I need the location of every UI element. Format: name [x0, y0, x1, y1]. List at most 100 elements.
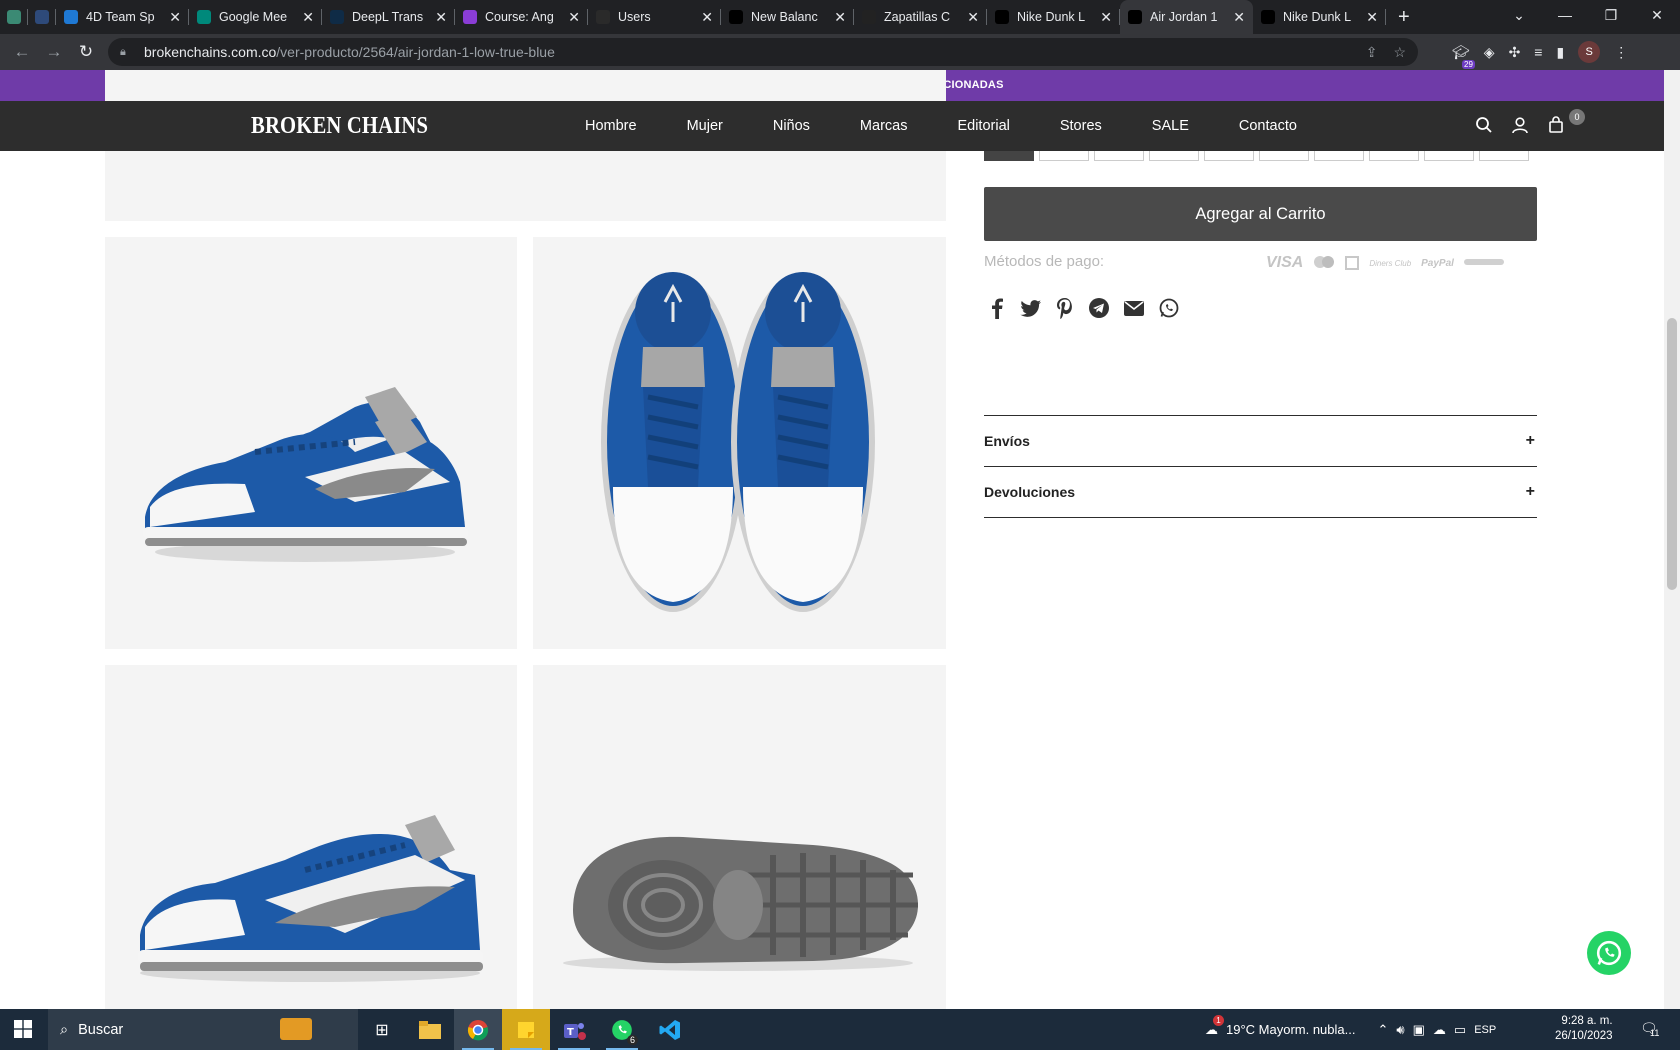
- volume-icon[interactable]: 🔊︎: [1396, 1022, 1404, 1038]
- size-option[interactable]: [1204, 151, 1254, 161]
- cart-icon[interactable]: [1547, 116, 1565, 134]
- product-image-pair-side[interactable]: [105, 237, 517, 649]
- nav-item-marcas[interactable]: Marcas: [860, 118, 908, 134]
- svg-text:T: T: [567, 1027, 574, 1038]
- browser-tab[interactable]: [28, 0, 56, 34]
- close-tab-icon[interactable]: ✕: [1366, 9, 1378, 26]
- restore-button[interactable]: ❐: [1588, 0, 1634, 34]
- close-tab-icon[interactable]: ✕: [568, 9, 580, 26]
- close-tab-icon[interactable]: ✕: [967, 9, 979, 26]
- search-icon[interactable]: [1475, 116, 1493, 134]
- vscode-icon[interactable]: [646, 1009, 694, 1050]
- tab-search-icon[interactable]: ⌄: [1496, 0, 1542, 34]
- url-bar[interactable]: 🔒︎ brokenchains.com.co/ver-producto/2564…: [108, 38, 1418, 66]
- telegram-icon[interactable]: [1088, 297, 1110, 319]
- browser-tab[interactable]: [0, 0, 28, 34]
- minimize-button[interactable]: —: [1542, 0, 1588, 34]
- browser-tab[interactable]: New Balanc ✕: [721, 0, 854, 34]
- close-tab-icon[interactable]: ✕: [1233, 9, 1245, 26]
- onedrive-icon[interactable]: ☁︎: [1433, 1022, 1446, 1038]
- weather-icon[interactable]: ☁︎ 1: [1205, 1014, 1224, 1038]
- pinterest-icon[interactable]: [1055, 297, 1075, 319]
- taskbar-search[interactable]: ⌕ Buscar: [48, 1009, 358, 1050]
- new-tab-button[interactable]: +: [1386, 6, 1422, 29]
- close-tab-icon[interactable]: ✕: [435, 9, 447, 26]
- close-window-button[interactable]: ✕: [1634, 0, 1680, 34]
- bookmark-star-icon[interactable]: ☆: [1393, 44, 1406, 61]
- extension-2-icon[interactable]: ◈: [1484, 44, 1495, 61]
- nav-item-niños[interactable]: Niños: [773, 118, 810, 134]
- browser-tab[interactable]: DeepL Trans ✕: [322, 0, 455, 34]
- size-option[interactable]: [1094, 151, 1144, 161]
- notification-center-icon[interactable]: 🗨︎ 11: [1640, 1020, 1659, 1038]
- close-tab-icon[interactable]: ✕: [169, 9, 181, 26]
- add-to-cart-button[interactable]: Agregar al Carrito: [984, 187, 1537, 241]
- browser-tab[interactable]: Google Mee ✕: [189, 0, 322, 34]
- close-tab-icon[interactable]: ✕: [834, 9, 846, 26]
- taskbar-clock[interactable]: 9:28 a. m. 26/10/2023: [1555, 1014, 1613, 1044]
- whatsapp-float-button[interactable]: [1587, 931, 1631, 975]
- side-panel-icon[interactable]: ▮: [1556, 44, 1564, 61]
- reload-button[interactable]: ↻: [70, 42, 102, 62]
- size-option[interactable]: [1149, 151, 1199, 161]
- teams-icon[interactable]: T: [550, 1009, 598, 1050]
- browser-tab[interactable]: Users ✕: [588, 0, 721, 34]
- product-image-side[interactable]: [105, 665, 517, 1009]
- weather-text[interactable]: 19°C Mayorm. nubla...: [1226, 1022, 1355, 1037]
- windows-start-icon[interactable]: [14, 1020, 32, 1043]
- browser-tab[interactable]: Zapatillas C ✕: [854, 0, 987, 34]
- email-icon[interactable]: [1123, 297, 1145, 319]
- close-tab-icon[interactable]: ✕: [1100, 9, 1112, 26]
- network-icon[interactable]: ▭: [1454, 1022, 1466, 1038]
- forward-button[interactable]: →: [38, 42, 70, 62]
- sticky-notes-icon[interactable]: [502, 1009, 550, 1050]
- back-button[interactable]: ←: [6, 42, 38, 62]
- product-image-top-view[interactable]: [533, 237, 946, 649]
- file-explorer-icon[interactable]: [406, 1009, 454, 1050]
- size-option[interactable]: [1039, 151, 1089, 161]
- puzzle-extensions-icon[interactable]: ✣: [1509, 44, 1521, 61]
- size-option[interactable]: [1314, 151, 1364, 161]
- nav-item-contacto[interactable]: Contacto: [1239, 118, 1297, 134]
- browser-tab[interactable]: Nike Dunk L ✕: [987, 0, 1120, 34]
- language-indicator[interactable]: ESP: [1474, 1024, 1496, 1036]
- scrollbar-thumb[interactable]: [1667, 318, 1677, 590]
- close-tab-icon[interactable]: ✕: [302, 9, 314, 26]
- chrome-icon[interactable]: [454, 1009, 502, 1050]
- address-bar-row: ← → ↻ 🔒︎ brokenchains.com.co/ver-product…: [0, 34, 1680, 70]
- nav-item-mujer[interactable]: Mujer: [687, 118, 723, 134]
- size-option[interactable]: [1369, 151, 1419, 161]
- page-scrollbar[interactable]: [1664, 70, 1680, 1009]
- accordion-devoluciones[interactable]: Devoluciones +: [984, 466, 1537, 516]
- browser-tab[interactable]: 4D Team Sp ✕: [56, 0, 189, 34]
- whatsapp-taskbar-icon[interactable]: 6: [598, 1009, 646, 1050]
- size-option[interactable]: [1479, 151, 1529, 161]
- meet-now-icon[interactable]: ▣: [1413, 1022, 1425, 1038]
- tray-chevron-icon[interactable]: ⌃: [1377, 1022, 1388, 1038]
- close-tab-icon[interactable]: ✕: [701, 9, 713, 26]
- size-option[interactable]: [1259, 151, 1309, 161]
- browser-tab[interactable]: Air Jordan 1 ✕: [1120, 0, 1253, 34]
- user-icon[interactable]: [1511, 116, 1529, 134]
- extension-badge: 29: [1462, 59, 1475, 69]
- nav-item-sale[interactable]: SALE: [1152, 118, 1189, 134]
- accordion-envios[interactable]: Envíos +: [984, 415, 1537, 465]
- nav-item-editorial[interactable]: Editorial: [957, 118, 1009, 134]
- site-logo[interactable]: BROKEN CHAINS: [251, 113, 428, 140]
- whatsapp-share-icon[interactable]: [1158, 297, 1180, 319]
- profile-avatar[interactable]: S: [1578, 41, 1601, 63]
- nav-item-stores[interactable]: Stores: [1060, 118, 1102, 134]
- nav-item-hombre[interactable]: Hombre: [585, 118, 637, 134]
- product-image-sole[interactable]: [533, 665, 946, 1009]
- twitter-icon[interactable]: [1020, 297, 1042, 319]
- extension-icon[interactable]: 🎓︎ 29: [1452, 44, 1475, 69]
- browser-tab[interactable]: Nike Dunk L ✕: [1253, 0, 1386, 34]
- facebook-icon[interactable]: [987, 297, 1007, 319]
- share-page-icon[interactable]: ⇪: [1366, 44, 1378, 61]
- browser-tab[interactable]: Course: Ang ✕: [455, 0, 588, 34]
- menu-kebab-icon[interactable]: ⋮: [1614, 44, 1628, 61]
- media-control-icon[interactable]: ≡: [1534, 44, 1542, 60]
- task-view-icon[interactable]: ⊞: [358, 1009, 406, 1050]
- size-option[interactable]: [984, 151, 1034, 161]
- size-option[interactable]: [1424, 151, 1474, 161]
